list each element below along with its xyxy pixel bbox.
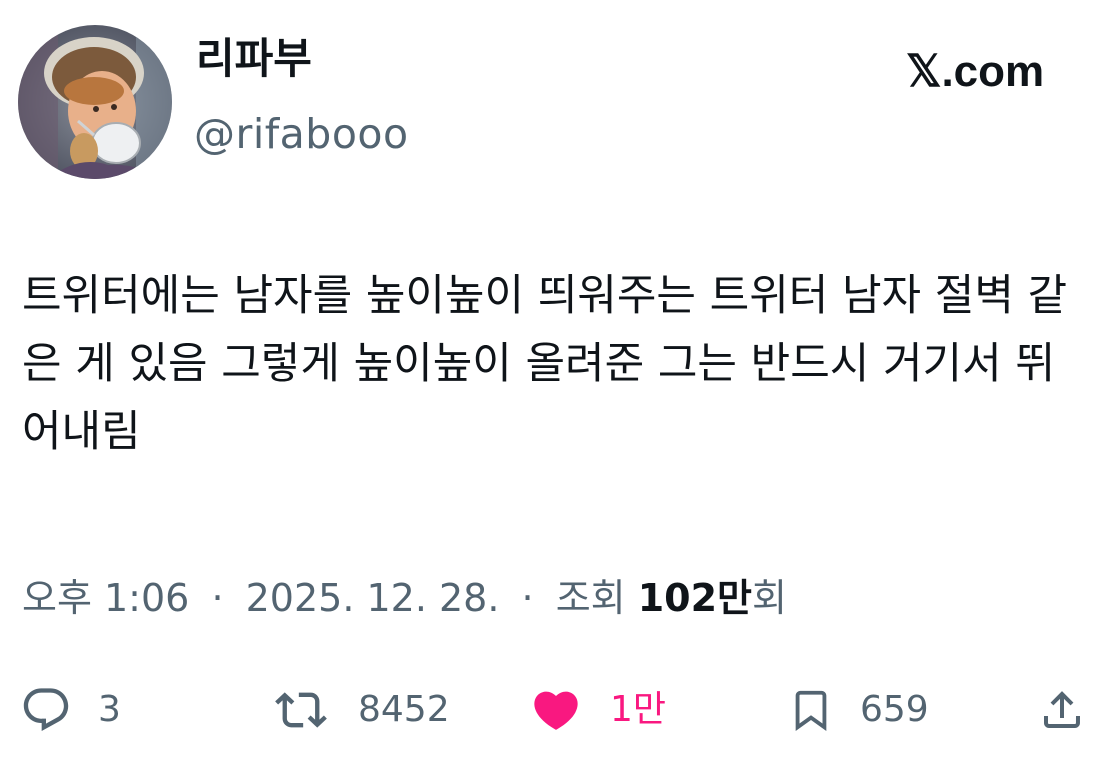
avatar[interactable] [18, 25, 172, 179]
retweet-icon [275, 692, 327, 728]
x-brand: 𝕏.com [906, 50, 1044, 94]
like-count: 1만 [610, 689, 667, 730]
reply-icon [23, 688, 69, 732]
tweet-text: 트위터에는 남자를 높이높이 띄워주는 트위터 남자 절벽 같은 게 있음 그렇… [22, 271, 1068, 457]
views-count: 102만 [637, 576, 753, 620]
profile-avatar-painting [18, 25, 172, 179]
share-button[interactable] [1038, 680, 1086, 740]
tweet-time[interactable]: 오후 1:06 [22, 576, 189, 620]
reply-button[interactable]: 3 [20, 680, 121, 740]
bookmark-count: 659 [860, 689, 929, 730]
tweet-meta: 오후 1:06 · 2025. 12. 28. · 조회 102만회 [22, 579, 787, 617]
share-icon [1044, 691, 1080, 728]
like-button[interactable]: 1만 [528, 680, 666, 740]
meta-separator: · [521, 576, 534, 620]
meta-separator: · [211, 576, 224, 620]
retweet-count: 8452 [358, 689, 450, 730]
reply-count: 3 [98, 689, 121, 730]
heart-icon [534, 691, 578, 730]
user-handle[interactable]: @rifabooo [194, 114, 409, 155]
views-label: 조회 [555, 576, 626, 620]
retweet-button[interactable]: 8452 [270, 680, 450, 740]
bookmark-icon [795, 690, 827, 731]
x-brand-text: 𝕏.com [906, 47, 1045, 96]
display-name[interactable]: 리파부 [196, 38, 312, 80]
tweet-date[interactable]: 2025. 12. 28. [246, 576, 500, 620]
bookmark-button[interactable]: 659 [788, 680, 929, 740]
views-suffix: 회 [752, 576, 787, 620]
action-bar: 3 8452 1만 659 [0, 680, 1113, 740]
